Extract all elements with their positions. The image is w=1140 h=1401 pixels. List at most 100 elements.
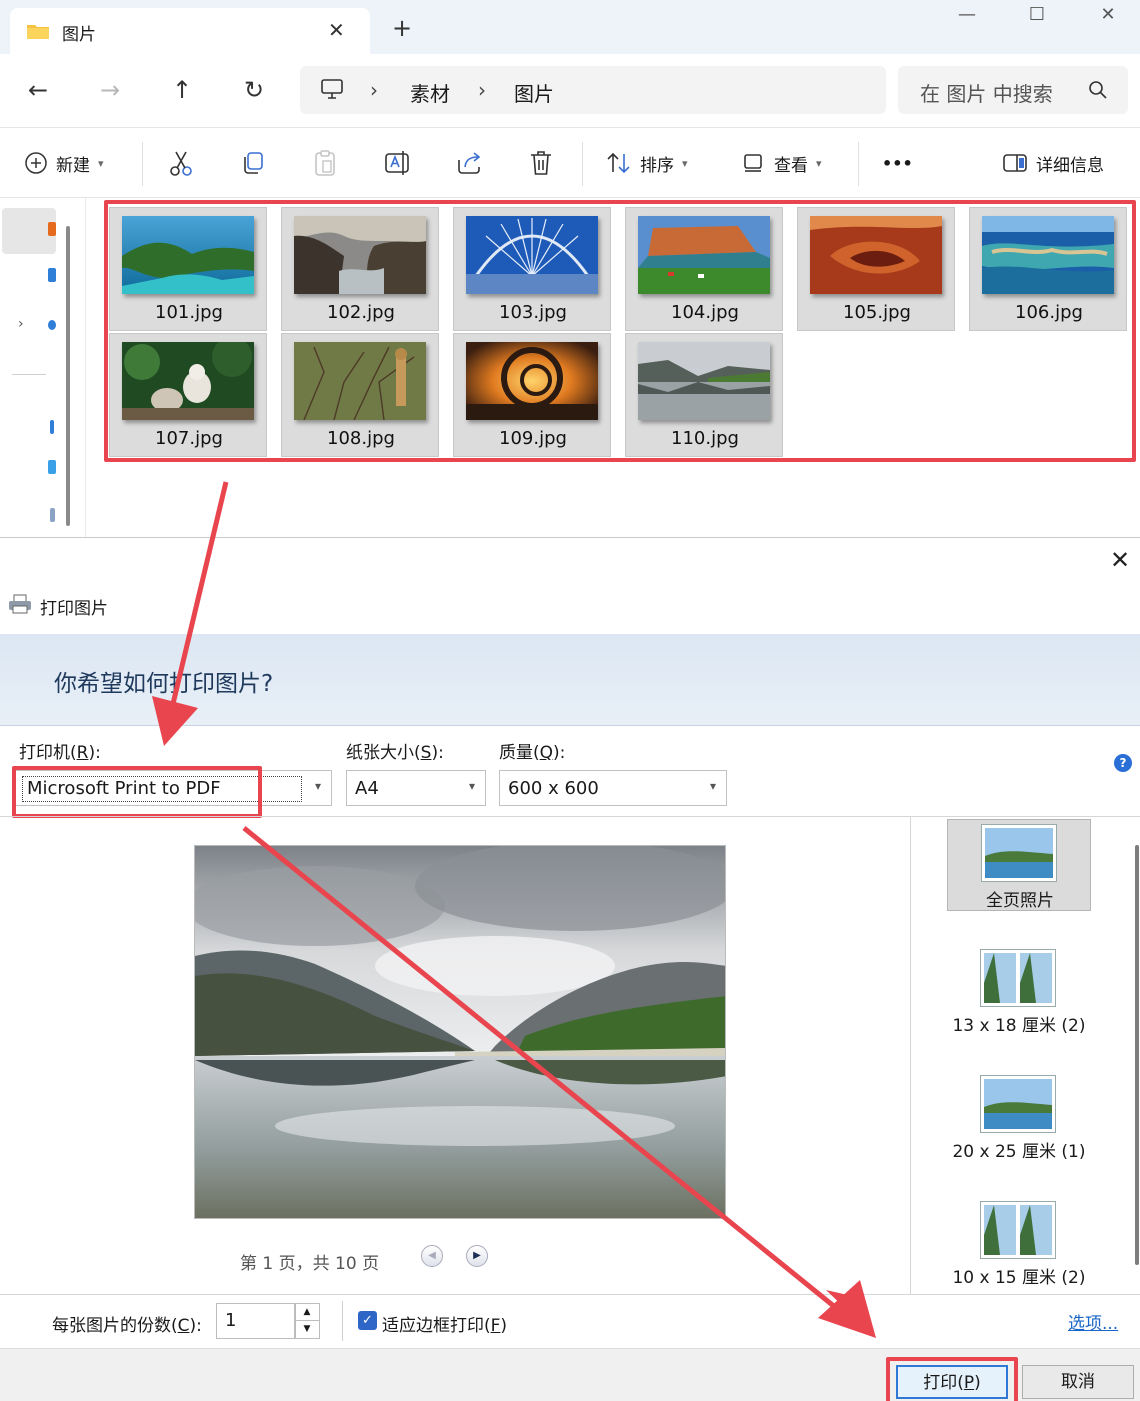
sort-button[interactable]: 排序 ▾ <box>606 148 688 178</box>
minimize-icon[interactable]: — <box>945 4 989 36</box>
nav-scrollbar[interactable] <box>66 226 70 526</box>
dialog-title: 打印图片 <box>40 599 108 619</box>
home-icon <box>48 222 56 236</box>
refresh-icon[interactable]: ↻ <box>238 76 270 108</box>
image-thumbnail <box>294 216 426 294</box>
chevron-down-icon: ▾ <box>709 779 716 793</box>
copies-label-suffix: ): <box>189 1316 202 1336</box>
chevron-down-icon: ▾ <box>468 779 475 793</box>
file-item[interactable]: 110.jpg <box>625 333 783 457</box>
chevron-down-icon: ▾ <box>314 779 321 793</box>
dialog-header: 你希望如何打印图片? <box>0 634 1140 726</box>
new-tab-icon[interactable]: + <box>392 14 412 42</box>
address-bar[interactable]: › 素材 › 图片 <box>300 66 886 114</box>
file-item[interactable]: 103.jpg <box>453 207 611 331</box>
fit-label-key: F <box>490 1316 501 1336</box>
print-options-bar: 每张图片的份数(C): 1 ▲ ▼ ✓ 适应边框打印(F) 选项... <box>0 1294 1140 1348</box>
fit-frame-checkbox[interactable]: ✓ <box>358 1311 377 1330</box>
image-thumbnail <box>294 342 426 420</box>
previous-page-icon[interactable]: ◀ <box>421 1245 443 1267</box>
view-button[interactable]: 查看 ▾ <box>742 148 822 178</box>
toolbar-divider <box>142 142 143 186</box>
file-name: 106.jpg <box>1015 302 1083 323</box>
search-icon <box>1089 81 1107 99</box>
layout-scrollbar[interactable] <box>1135 845 1139 1265</box>
options-link[interactable]: 选项... <box>1068 1309 1118 1334</box>
computer-icon <box>321 79 343 99</box>
quality-value: 600 x 600 <box>508 778 599 799</box>
layout-full-page[interactable]: 全页照片 <box>947 819 1091 911</box>
breadcrumb-item[interactable]: 图片 <box>514 78 554 107</box>
paste-button[interactable] <box>312 148 338 178</box>
help-icon[interactable]: ? <box>1114 754 1132 772</box>
close-tab-icon[interactable]: ✕ <box>328 18 345 42</box>
new-button[interactable]: 新建 ▾ <box>24 148 104 178</box>
layout-thumbnail <box>981 824 1057 882</box>
landscape-photo <box>195 846 725 1218</box>
share-button[interactable] <box>456 148 484 178</box>
chevron-down-icon: ▾ <box>98 156 104 170</box>
more-options-button[interactable]: ••• <box>882 148 913 178</box>
print-pictures-dialog: ✕ 打印图片 你希望如何打印图片? 打印机(R): 纸张大小(S): 质量(Q)… <box>0 537 1140 1401</box>
image-thumbnail <box>810 216 942 294</box>
details-pane-button[interactable]: 详细信息 <box>1002 148 1104 178</box>
file-item[interactable]: 106.jpg <box>969 207 1127 331</box>
delete-button[interactable] <box>528 148 554 178</box>
rename-button[interactable] <box>384 148 412 178</box>
fit-label-text: 适应边框打印( <box>382 1316 491 1336</box>
file-name: 101.jpg <box>155 302 223 323</box>
gallery-icon <box>48 268 56 282</box>
copies-stepper[interactable]: ▲ ▼ <box>294 1303 320 1339</box>
layout-label: 10 x 15 厘米 (2) <box>952 1268 1086 1288</box>
maximize-icon[interactable]: ☐ <box>1015 4 1059 36</box>
file-item[interactable]: 101.jpg <box>109 207 267 331</box>
file-item[interactable]: 107.jpg <box>109 333 267 457</box>
layout-preview-image <box>984 953 1052 1003</box>
chevron-down-icon: ▾ <box>682 156 688 170</box>
quality-select[interactable]: 600 x 600 ▾ <box>499 770 727 806</box>
cut-button[interactable] <box>168 148 194 178</box>
copy-button[interactable] <box>240 148 266 178</box>
page-indicator: 第 1 页，共 10 页 <box>240 1254 380 1274</box>
file-item[interactable]: 102.jpg <box>281 207 439 331</box>
file-name: 108.jpg <box>327 428 395 449</box>
paper-size-label: 纸张大小(S): <box>346 738 444 763</box>
layout-label: 全页照片 <box>986 891 1054 911</box>
file-item[interactable]: 104.jpg <box>625 207 783 331</box>
layout-13x18[interactable]: 13 x 18 厘米 (2) <box>947 945 1091 1037</box>
copies-input[interactable]: 1 <box>216 1303 296 1339</box>
increment-icon[interactable]: ▲ <box>295 1304 319 1321</box>
layout-10x15[interactable]: 10 x 15 厘米 (2) <box>947 1197 1091 1289</box>
chevron-right-icon[interactable]: › <box>18 316 24 332</box>
search-placeholder: 在 图片 中搜索 <box>920 82 1053 106</box>
copies-label-text: 每张图片的份数( <box>52 1316 178 1336</box>
tab-pictures[interactable]: 图片 ✕ <box>10 8 370 54</box>
forward-arrow-icon[interactable]: → <box>94 76 126 108</box>
close-dialog-icon[interactable]: ✕ <box>1110 546 1130 574</box>
back-arrow-icon[interactable]: ← <box>22 76 54 108</box>
file-item[interactable]: 108.jpg <box>281 333 439 457</box>
layout-thumbnail <box>980 1201 1056 1259</box>
image-thumbnail <box>638 342 770 420</box>
next-page-icon[interactable]: ▶ <box>466 1245 488 1267</box>
image-thumbnail <box>122 216 254 294</box>
printer-highlight <box>12 766 262 818</box>
breadcrumb-item[interactable]: 素材 <box>410 78 450 107</box>
up-arrow-icon[interactable]: ↑ <box>166 76 198 108</box>
file-item[interactable]: 105.jpg <box>797 207 955 331</box>
printer-label-key: R <box>76 743 89 763</box>
cancel-button[interactable]: 取消 <box>1022 1365 1134 1399</box>
close-window-icon[interactable]: ✕ <box>1086 4 1130 36</box>
copies-label: 每张图片的份数(C): <box>52 1311 202 1336</box>
trash-icon <box>531 151 551 175</box>
paper-size-select[interactable]: A4 ▾ <box>346 770 486 806</box>
decrement-icon[interactable]: ▼ <box>295 1321 319 1338</box>
file-item[interactable]: 109.jpg <box>453 333 611 457</box>
toolbar-divider <box>582 142 583 186</box>
layout-20x25[interactable]: 20 x 25 厘米 (1) <box>947 1071 1091 1163</box>
search-box[interactable]: 在 图片 中搜索 <box>898 66 1128 114</box>
navigation-pane: › <box>0 198 86 540</box>
command-bar: 新建 ▾ 排序 ▾ 查看 ▾ ••• 详细信息 <box>0 128 1140 198</box>
layout-preview-image <box>984 1205 1052 1255</box>
fit-label-suffix: ) <box>500 1316 508 1336</box>
